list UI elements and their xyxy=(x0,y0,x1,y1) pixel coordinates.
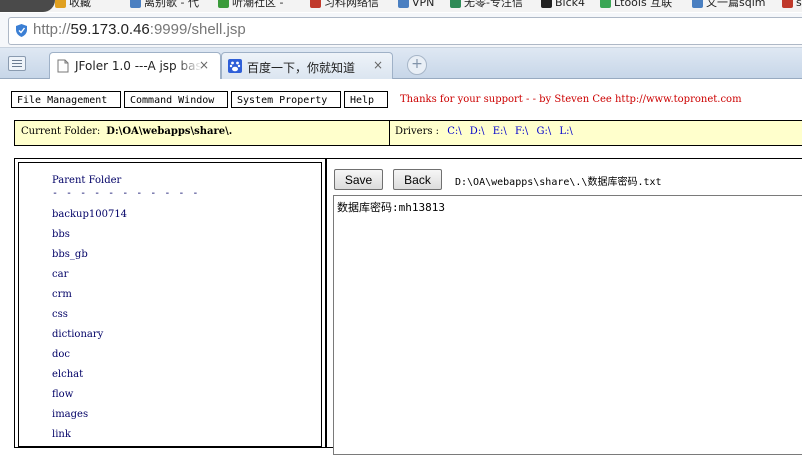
baidu-paw-icon xyxy=(228,59,242,73)
file-editor-panel: Save Back D:\OA\webapps\share\.\数据库密码.tx… xyxy=(326,158,802,455)
folder-list: Parent Folder - - - - - - - - - - - back… xyxy=(18,162,322,447)
bookmark-item[interactable]: 无零-专注信 xyxy=(450,0,523,9)
bookmark-item[interactable]: 听潮社区 - xyxy=(218,0,283,9)
bookmark-label: s xyxy=(796,0,802,9)
url-text: http://59.173.0.46:9999/shell.jsp xyxy=(33,21,246,38)
page-icon xyxy=(782,0,793,8)
new-tab-button[interactable]: + xyxy=(407,55,427,75)
parent-folder-link[interactable]: Parent Folder xyxy=(52,175,121,186)
bookmark-label: Ltools 互联 xyxy=(614,0,673,9)
bookmark-item[interactable]: 习科网络信 xyxy=(310,0,379,9)
folder-link[interactable]: car xyxy=(52,269,68,280)
shield-icon xyxy=(16,24,27,37)
current-folder-path: D:\OA\webapps\share\. xyxy=(106,126,233,137)
folder-link[interactable]: bbs xyxy=(52,229,70,240)
drive-link[interactable]: L:\ xyxy=(559,126,572,137)
folder-tree-panel: Parent Folder - - - - - - - - - - - back… xyxy=(14,158,326,448)
bookmark-item[interactable]: Ltools 互联 xyxy=(600,0,672,9)
folder-link[interactable]: flow xyxy=(52,389,73,400)
drive-link[interactable]: F:\ xyxy=(515,126,528,137)
folder-bar: Current Folder: D:\OA\webapps\share\. Dri… xyxy=(14,120,802,146)
page-icon xyxy=(398,0,409,8)
folder-link[interactable]: doc xyxy=(52,349,70,360)
page-content: File Management Command Window System Pr… xyxy=(0,79,802,455)
drive-link[interactable]: C:\ xyxy=(447,126,461,137)
close-icon[interactable]: × xyxy=(199,58,209,72)
url-input[interactable]: http://59.173.0.46:9999/shell.jsp xyxy=(8,17,802,45)
bookmark-item[interactable]: 离别歌 - 代 xyxy=(130,0,199,9)
drive-link[interactable]: G:\ xyxy=(537,126,552,137)
folder-link[interactable]: bbs_gb xyxy=(52,249,88,260)
bookmark-label: 听潮社区 - xyxy=(232,0,284,9)
bookmark-item[interactable]: VPN xyxy=(398,0,434,9)
page-icon xyxy=(57,59,69,73)
current-folder: Current Folder: D:\OA\webapps\share\. xyxy=(21,126,233,137)
file-path: D:\OA\webapps\share\.\数据库密码.txt xyxy=(455,177,662,188)
bookmark-item[interactable]: 又一篇sqlm xyxy=(692,0,766,9)
folder-link[interactable]: crm xyxy=(52,289,72,300)
folder-link[interactable]: dictionary xyxy=(52,329,103,340)
separator: - - - - - - - - - - - xyxy=(52,188,200,199)
bookmark-item[interactable]: Blck4 xyxy=(541,0,585,9)
menu-command-window[interactable]: Command Window xyxy=(124,91,228,108)
bookmark-label: Blck4 xyxy=(555,0,586,9)
bookmark-label: 习科网络信 xyxy=(324,0,379,9)
tab-jfoler[interactable]: JFoler 1.0 ---A jsp bas × xyxy=(49,52,221,80)
page-icon xyxy=(130,0,141,8)
tab-baidu[interactable]: 百度一下，你就知道 × xyxy=(221,52,393,79)
tab-bar: JFoler 1.0 ---A jsp bas × 百度一下，你就知道 × xyxy=(0,48,802,80)
page-icon xyxy=(600,0,611,8)
tab-list-icon[interactable] xyxy=(8,56,26,71)
folder-link[interactable]: images xyxy=(52,409,88,420)
bookmarks-bar: 收藏 离别歌 - 代 听潮社区 - 习科网络信 VPN 无零-专注信 Blck4 Ltools… xyxy=(0,0,802,12)
file-content-textarea[interactable]: 数据库密码:mh13813 xyxy=(333,195,802,455)
x-icon xyxy=(450,0,461,8)
save-button[interactable]: Save xyxy=(334,169,383,190)
drive-link[interactable]: E:\ xyxy=(493,126,507,137)
page-icon xyxy=(692,0,703,8)
menu-help[interactable]: Help xyxy=(344,91,388,108)
bookmark-label: 无零-专注信 xyxy=(464,0,523,9)
bookmark-label: 收藏 xyxy=(69,0,91,9)
avatar xyxy=(0,0,55,12)
back-button[interactable]: Back xyxy=(393,169,442,190)
drivers: Drivers : C:\ D:\ E:\ F:\ G:\ L:\ xyxy=(395,126,573,137)
drive-link[interactable]: D:\ xyxy=(470,126,485,137)
thanks-text: Thanks for your support - - by Steven Ce… xyxy=(400,94,742,105)
folder-link[interactable]: elchat xyxy=(52,369,83,380)
page-icon xyxy=(310,0,321,8)
menu-file-management[interactable]: File Management xyxy=(11,91,121,108)
address-bar: http://59.173.0.46:9999/shell.jsp xyxy=(0,13,802,48)
folder-link[interactable]: css xyxy=(52,309,68,320)
favorites-icon xyxy=(55,0,66,8)
bookmark-label: 又一篇sqlm xyxy=(706,0,766,9)
tab-title: 百度一下，你就知道 xyxy=(247,61,356,75)
menu-system-property[interactable]: System Property xyxy=(231,91,341,108)
page-icon xyxy=(218,0,229,8)
close-icon[interactable]: × xyxy=(373,58,383,72)
bookmark-label: 离别歌 - 代 xyxy=(144,0,199,9)
folder-link[interactable]: link xyxy=(52,429,71,440)
github-icon xyxy=(541,0,552,8)
bookmark-item[interactable]: s xyxy=(782,0,802,9)
bookmark-item[interactable]: 收藏 xyxy=(55,0,91,9)
folder-link[interactable]: backup100714 xyxy=(52,209,127,220)
bookmark-label: VPN xyxy=(412,0,435,9)
